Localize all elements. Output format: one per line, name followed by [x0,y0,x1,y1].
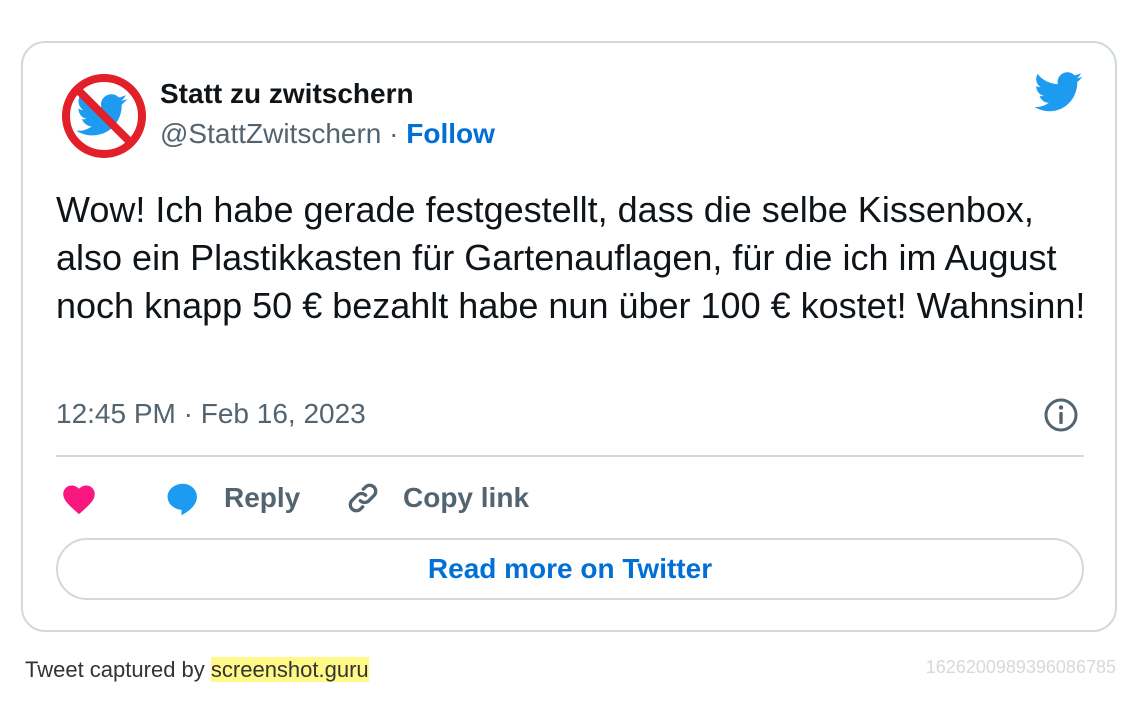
read-more-button[interactable]: Read more on Twitter [56,538,1084,600]
author-handle[interactable]: @StattZwitschern [160,118,381,149]
info-icon[interactable] [1043,397,1079,433]
screenshot-guru-link[interactable]: screenshot.guru [210,657,369,682]
capture-credit-prefix: Tweet captured by [25,657,211,682]
tweet-timestamp[interactable]: 12:45 PM · Feb 16, 2023 [56,398,366,430]
speech-bubble-icon [167,483,197,516]
reply-label: Reply [224,482,301,513]
copy-link-button[interactable]: Copy link [345,478,529,518]
copy-link-label: Copy link [403,482,530,513]
reply-button[interactable]: Reply [164,478,300,518]
tweet-card: Statt zu zwitschern @StattZwitschern · F… [21,41,1117,632]
handle-separator: · [381,118,407,149]
link-icon [348,483,378,513]
like-button[interactable] [60,478,98,518]
avatar[interactable] [59,71,149,161]
author-name[interactable]: Statt zu zwitschern [160,78,414,110]
heart-icon [63,485,95,515]
capture-credit: Tweet captured by screenshot.guru [25,657,369,683]
twitter-logo-icon[interactable] [1035,71,1083,113]
divider [56,455,1084,457]
tweet-text: Wow! Ich habe gerade festgestellt, dass … [56,189,1086,326]
tweet-id: 1626200989396086785 [925,657,1116,677]
author-line: @StattZwitschern · Follow [160,118,495,150]
follow-button[interactable]: Follow [406,118,495,149]
